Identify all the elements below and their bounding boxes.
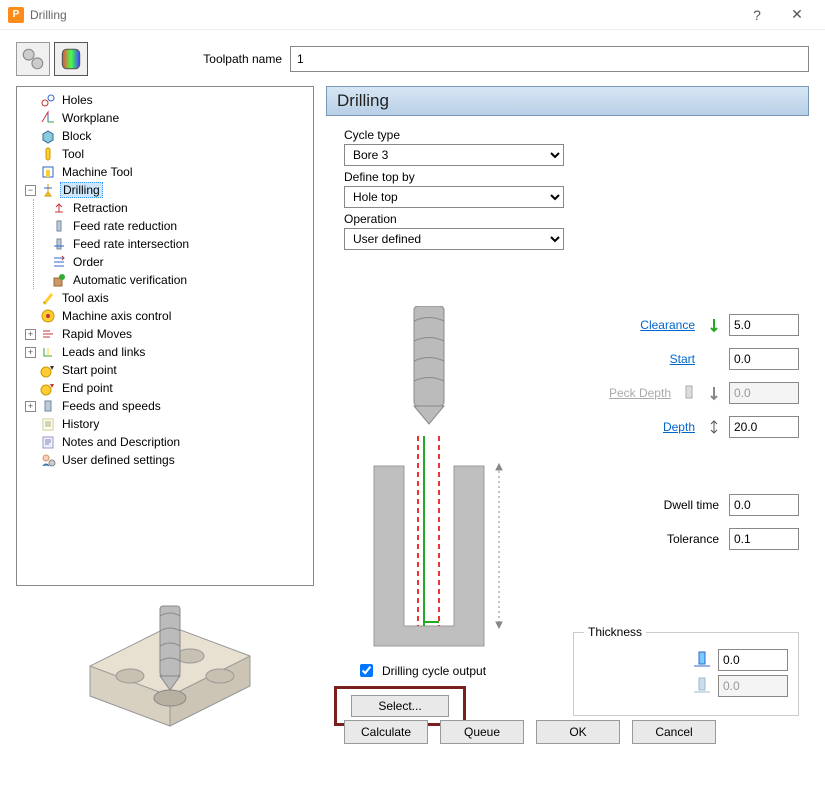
titlebar: P Drilling ? ✕ — [0, 0, 825, 30]
strategy-tree[interactable]: Holes Workplane Block Tool Machine Tool … — [16, 86, 314, 586]
auto-verify-icon — [51, 272, 67, 288]
operation-select[interactable]: User defined — [344, 228, 564, 250]
holes-icon — [40, 92, 56, 108]
drilling-output-label: Drilling cycle output — [382, 664, 486, 678]
peck-depth-label: Peck Depth — [559, 386, 675, 400]
retraction-icon — [51, 200, 67, 216]
start-point-icon — [40, 362, 56, 378]
ok-button[interactable]: OK — [536, 720, 620, 744]
tool-icon — [40, 146, 56, 162]
select-button[interactable]: Select... — [351, 695, 449, 717]
depth-label[interactable]: Depth — [663, 420, 695, 434]
toolpath-variant-a-icon[interactable] — [16, 42, 50, 76]
define-top-select[interactable]: Hole top — [344, 186, 564, 208]
tree-tool-axis[interactable]: Tool axis — [60, 291, 111, 305]
close-button[interactable]: ✕ — [777, 0, 817, 30]
tree-holes[interactable]: Holes — [60, 93, 95, 107]
tree-user-settings[interactable]: User defined settings — [60, 453, 177, 467]
tree-feeds-speeds[interactable]: Feeds and speeds — [60, 399, 163, 413]
tree-end-point[interactable]: End point — [60, 381, 115, 395]
machine-tool-icon — [40, 164, 56, 180]
tree-leads-links[interactable]: Leads and links — [60, 345, 147, 359]
rapid-moves-icon — [40, 326, 56, 342]
cancel-button[interactable]: Cancel — [632, 720, 716, 744]
clearance-input[interactable] — [729, 314, 799, 336]
calculate-button[interactable]: Calculate — [344, 720, 428, 744]
dwell-label: Dwell time — [559, 498, 723, 512]
block-preview — [16, 586, 314, 756]
peck-depth-input — [729, 382, 799, 404]
cycle-type-select[interactable]: Bore 3 — [344, 144, 564, 166]
thickness-bottom-input — [718, 675, 788, 697]
tree-block[interactable]: Block — [60, 129, 93, 143]
feed-reduction-icon — [51, 218, 67, 234]
tolerance-input[interactable] — [729, 528, 799, 550]
feeds-expand-icon[interactable]: + — [25, 401, 36, 412]
drilling-icon — [40, 182, 56, 198]
toolpath-variant-b-icon[interactable] — [54, 42, 88, 76]
tree-order[interactable]: Order — [71, 255, 106, 269]
start-input[interactable] — [729, 348, 799, 370]
order-icon — [51, 254, 67, 270]
block-icon — [40, 128, 56, 144]
thickness-legend: Thickness — [584, 625, 646, 639]
feed-intersection-icon — [51, 236, 67, 252]
start-label[interactable]: Start — [670, 352, 695, 366]
leads-links-icon — [40, 344, 56, 360]
tree-drilling[interactable]: Drilling — [60, 182, 103, 198]
tree-rapid-moves[interactable]: Rapid Moves — [60, 327, 134, 341]
tree-feed-reduction[interactable]: Feed rate reduction — [71, 219, 179, 233]
panel-header: Drilling — [326, 86, 809, 116]
define-top-label: Define top by — [344, 170, 799, 184]
tree-history[interactable]: History — [60, 417, 101, 431]
notes-icon — [40, 434, 56, 450]
tree-notes[interactable]: Notes and Description — [60, 435, 182, 449]
clearance-arrow-icon — [705, 316, 723, 334]
thickness-top-input[interactable] — [718, 649, 788, 671]
window-title: Drilling — [30, 8, 67, 22]
tree-auto-verification[interactable]: Automatic verification — [71, 273, 189, 287]
user-settings-icon — [40, 452, 56, 468]
peck-arrow-icon — [705, 384, 723, 402]
operation-label: Operation — [344, 212, 799, 226]
rapid-expand-icon[interactable]: + — [25, 329, 36, 340]
cycle-type-label: Cycle type — [344, 128, 799, 142]
history-icon — [40, 416, 56, 432]
tree-start-point[interactable]: Start point — [60, 363, 119, 377]
app-icon: P — [8, 7, 24, 23]
depth-input[interactable] — [729, 416, 799, 438]
thickness-group: Thickness — [573, 632, 799, 716]
feeds-speeds-icon — [40, 398, 56, 414]
end-point-icon — [40, 380, 56, 396]
tree-machine-axis[interactable]: Machine axis control — [60, 309, 173, 323]
tree-retraction[interactable]: Retraction — [71, 201, 130, 215]
tree-workplane[interactable]: Workplane — [60, 111, 121, 125]
drilling-diagram — [344, 306, 524, 659]
machine-axis-icon — [40, 308, 56, 324]
help-button[interactable]: ? — [737, 0, 777, 30]
tool-axis-icon — [40, 290, 56, 306]
peck-tool-icon — [681, 384, 699, 402]
thickness-top-icon[interactable] — [692, 650, 712, 671]
clearance-label[interactable]: Clearance — [640, 318, 695, 332]
drilling-collapse-icon[interactable]: − — [25, 185, 36, 196]
tree-machine-tool[interactable]: Machine Tool — [60, 165, 135, 179]
drilling-output-checkbox[interactable] — [360, 664, 373, 677]
tree-feed-intersection[interactable]: Feed rate intersection — [71, 237, 191, 251]
depth-arrow-icon — [705, 418, 723, 436]
tolerance-label: Tolerance — [559, 532, 723, 546]
toolpath-name-input[interactable] — [290, 46, 809, 72]
toolpath-name-label: Toolpath name — [100, 52, 290, 66]
workplane-icon — [40, 110, 56, 126]
dwell-input[interactable] — [729, 494, 799, 516]
thickness-bottom-icon — [692, 676, 712, 697]
queue-button[interactable]: Queue — [440, 720, 524, 744]
tree-tool[interactable]: Tool — [60, 147, 86, 161]
leads-expand-icon[interactable]: + — [25, 347, 36, 358]
